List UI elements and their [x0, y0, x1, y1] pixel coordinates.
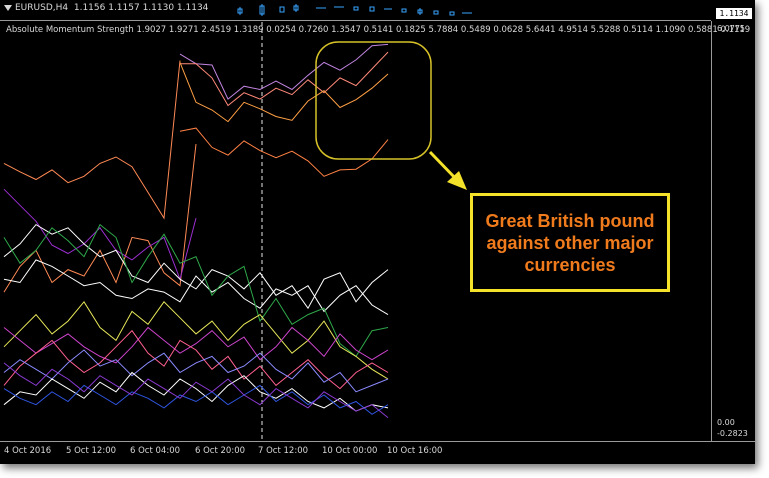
- time-label: 6 Oct 04:00: [130, 446, 181, 456]
- series-line-12: [3, 329, 389, 390]
- series-line-2: [179, 62, 389, 123]
- series-line-13: [3, 349, 389, 393]
- price-pane-title: EURUSD,H4 1.1156 1.1157 1.1130 1.1134: [4, 3, 208, 13]
- time-label: 10 Oct 16:00: [387, 446, 443, 456]
- chart-window: EURUSD,H4 1.1156 1.1157 1.1130 1.1134 1.…: [0, 0, 755, 464]
- indicator-values: 1.9027 1.9271 2.4519 1.3189 0.0254 0.726…: [136, 25, 751, 35]
- ohlc-values: 1.1156 1.1157 1.1130 1.1134: [73, 3, 209, 13]
- series-line-1: [180, 51, 389, 107]
- price-pane[interactable]: EURUSD,H4 1.1156 1.1157 1.1130 1.1134: [0, 0, 711, 21]
- series-line-11: [3, 326, 389, 364]
- axis-top-label: 6.0775: [717, 24, 745, 33]
- time-label: 5 Oct 12:00: [66, 446, 117, 456]
- time-label: 7 Oct 12:00: [258, 446, 309, 456]
- indicator-title-row: Absolute Momentum Strength 1.9027 1.9271…: [6, 25, 750, 35]
- series-line-3: [179, 127, 389, 177]
- series-line-10: [3, 300, 389, 380]
- callout-text: Great British pound against other major …: [485, 210, 655, 275]
- axis-bottom-label: -0.2823: [717, 429, 748, 438]
- series-line-7: [3, 223, 389, 310]
- symbol-title: EURUSD,H4: [15, 3, 69, 13]
- time-label: 10 Oct 00:00: [322, 446, 378, 456]
- collapse-arrow-icon[interactable]: [4, 4, 12, 11]
- time-axis[interactable]: 4 Oct 2016 5 Oct 12:00 6 Oct 04:00 6 Oct…: [0, 441, 755, 464]
- series-line-15: [3, 384, 389, 415]
- series-line-9: [3, 223, 389, 358]
- axis-zero-label: 0.00: [717, 418, 735, 427]
- indicator-value-axis[interactable]: 6.0775 0.00 -0.2823: [711, 21, 755, 441]
- callout-box: Great British pound against other major …: [470, 193, 670, 292]
- series-line-16: [3, 362, 389, 418]
- price-candles: [237, 4, 472, 16]
- time-label: 4 Oct 2016: [4, 446, 52, 456]
- series-line-4: [3, 60, 181, 220]
- current-price-badge: 1.1134: [716, 8, 752, 19]
- indicator-title: Absolute Momentum Strength: [6, 25, 134, 35]
- series-line-8: [3, 259, 389, 316]
- time-label: 6 Oct 20:00: [195, 446, 246, 456]
